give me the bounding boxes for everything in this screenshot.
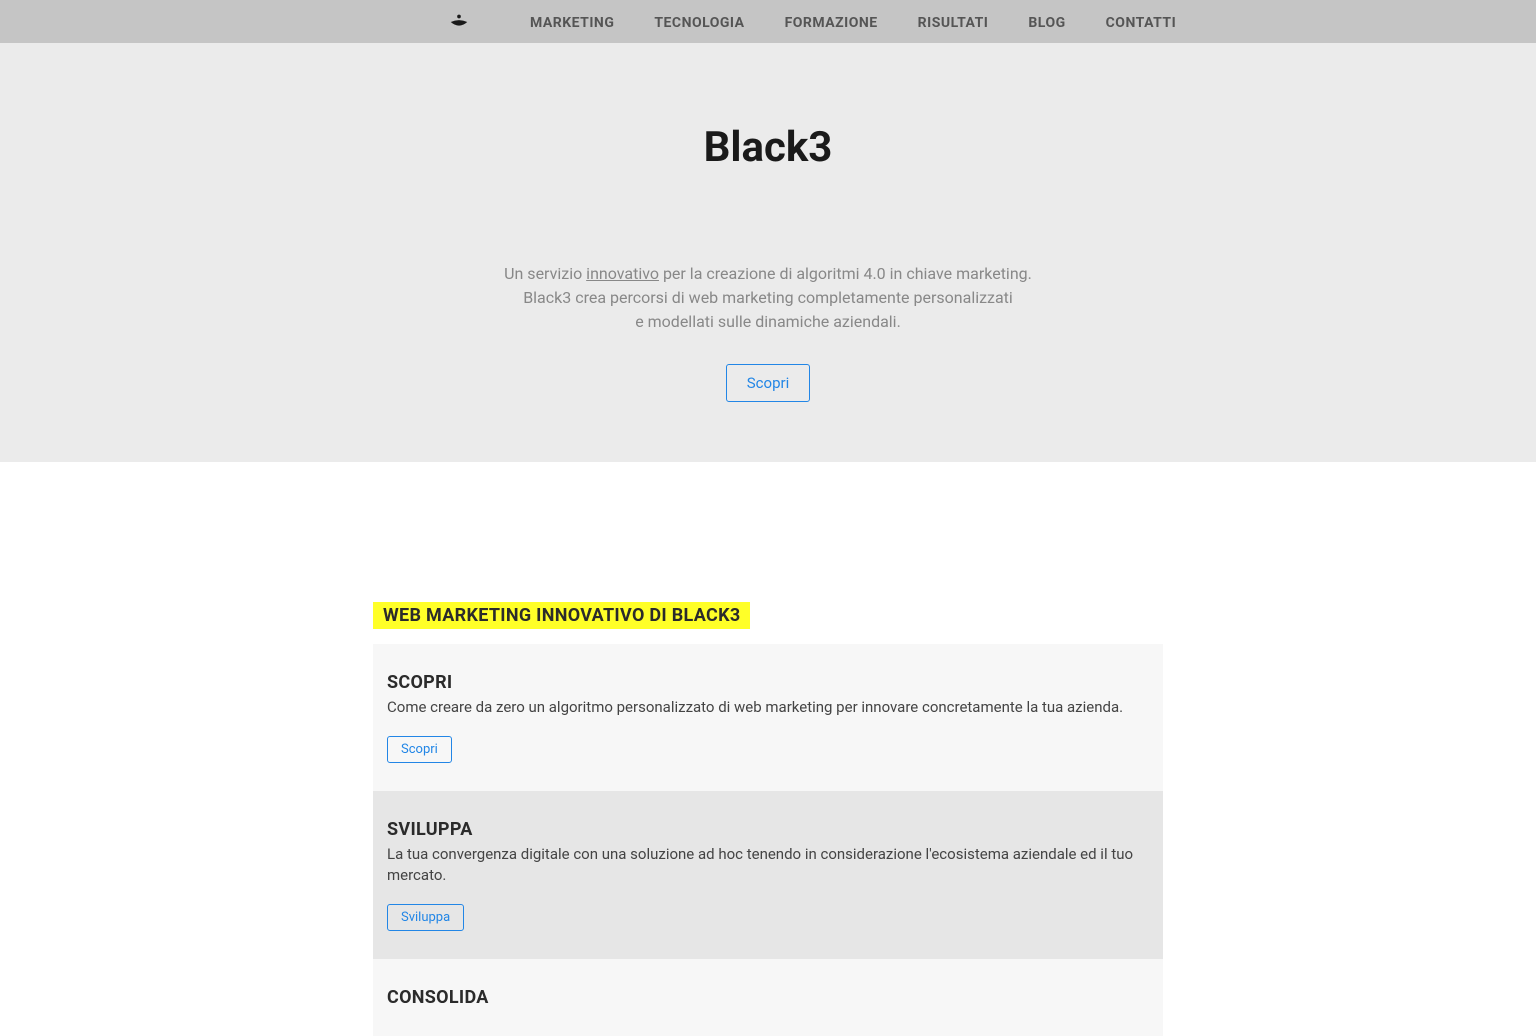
section-heading: WEB MARKETING INNOVATIVO DI BLACK3 [373, 602, 750, 629]
card-scopri: SCOPRI Come creare da zero un algoritmo … [373, 644, 1163, 791]
card-text-sviluppa: La tua convergenza digitale con una solu… [387, 844, 1149, 886]
navbar-inner: MARKETING TECNOLOGIA FORMAZIONE RISULTAT… [168, 11, 1368, 33]
navbar: MARKETING TECNOLOGIA FORMAZIONE RISULTAT… [0, 0, 1536, 43]
card-title-scopri: SCOPRI [387, 672, 1149, 693]
card-button-scopri[interactable]: Scopri [387, 736, 452, 763]
nav-link-tecnologia[interactable]: TECNOLOGIA [654, 15, 744, 31]
hero-text-underlined: innovativo [586, 264, 659, 283]
hero-text-line1-suffix: per la creazione di algoritmi 4.0 in chi… [659, 264, 1032, 283]
card-title-sviluppa: SVILUPPA [387, 819, 1149, 840]
hero-text-line3: e modellati sulle dinamiche aziendali. [635, 312, 901, 331]
card-title-consolida: CONSOLIDA [387, 987, 1149, 1008]
logo-icon [448, 11, 470, 33]
card-sviluppa: SVILUPPA La tua convergenza digitale con… [373, 791, 1163, 959]
card-text-scopri: Come creare da zero un algoritmo persona… [387, 697, 1149, 718]
nav-link-risultati[interactable]: RISULTATI [918, 15, 989, 31]
hero-cta-button[interactable]: Scopri [726, 364, 810, 402]
nav-link-blog[interactable]: BLOG [1028, 15, 1065, 31]
nav-link-marketing[interactable]: MARKETING [530, 15, 614, 31]
hero-description: Un servizio innovativo per la creazione … [418, 262, 1118, 334]
card-consolida: CONSOLIDA [373, 959, 1163, 1036]
hero-text-prefix: Un servizio [504, 264, 586, 283]
nav-link-formazione[interactable]: FORMAZIONE [785, 15, 878, 31]
nav-links: MARKETING TECNOLOGIA FORMAZIONE RISULTAT… [530, 12, 1176, 31]
nav-link-contatti[interactable]: CONTATTI [1106, 15, 1177, 31]
hero-section: Black3 Un servizio innovativo per la cre… [0, 43, 1536, 462]
card-button-sviluppa[interactable]: Sviluppa [387, 904, 464, 931]
logo[interactable] [448, 11, 470, 33]
hero-title: Black3 [20, 123, 1516, 172]
content-section: WEB MARKETING INNOVATIVO DI BLACK3 SCOPR… [363, 602, 1173, 1036]
hero-text-line2: Black3 crea percorsi di web marketing co… [523, 288, 1013, 307]
